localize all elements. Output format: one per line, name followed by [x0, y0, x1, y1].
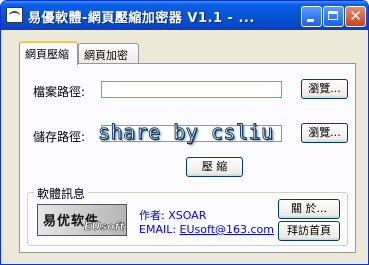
- file-path-label: 檔案路徑:: [33, 85, 86, 99]
- browse-save-button[interactable]: 瀏覽...: [301, 123, 348, 143]
- share-watermark: share by csliu: [98, 120, 274, 145]
- maximize-icon: [328, 11, 338, 20]
- tab-web-encrypt[interactable]: 網頁加密: [78, 43, 139, 63]
- logo-english-text: EUsoft: [84, 220, 125, 234]
- maximize-button[interactable]: [323, 6, 344, 27]
- author-text: 作者: XSOAR: [139, 209, 207, 222]
- software-info-group: 軟體訊息 易优软件 EUsoft 作者: XSOAR EMAIL: EUsoft…: [27, 185, 348, 246]
- eusoft-logo: 易优软件 EUsoft: [37, 204, 127, 236]
- browse-file-button[interactable]: 瀏覽...: [301, 79, 348, 99]
- email-line: EMAIL: EUsoft@163.com: [139, 223, 274, 236]
- close-icon: ✕: [349, 7, 362, 25]
- email-link[interactable]: EUsoft@163.com: [180, 223, 274, 236]
- minimize-icon: [307, 19, 314, 22]
- tab-panel: 檔案路徑: 瀏覽... 儲存路徑: 瀏覽... share by csliu 壓…: [19, 63, 356, 253]
- window-title: 易優軟體-網頁壓縮加密器 V1.1 - ...: [28, 11, 255, 26]
- about-button[interactable]: 關 於...: [278, 199, 340, 219]
- close-button[interactable]: ✕: [345, 6, 366, 27]
- app-window: 易優軟體-網頁壓縮加密器 V1.1 - ... ✕ 網頁壓縮 網頁加密 檔案路徑…: [0, 0, 369, 265]
- save-path-label: 儲存路徑:: [33, 130, 86, 144]
- app-wave-icon[interactable]: [6, 7, 23, 23]
- software-info-title: 軟體訊息: [34, 185, 89, 202]
- visit-homepage-button[interactable]: 拜訪首頁: [278, 221, 340, 241]
- minimize-button[interactable]: [301, 6, 322, 27]
- compress-button[interactable]: 壓 縮: [186, 157, 243, 177]
- file-path-input[interactable]: [101, 81, 282, 98]
- title-bar[interactable]: 易優軟體-網頁壓縮加密器 V1.1 - ... ✕: [1, 1, 368, 30]
- tab-web-compress[interactable]: 網頁壓縮: [19, 41, 78, 65]
- email-prefix: EMAIL:: [139, 223, 180, 236]
